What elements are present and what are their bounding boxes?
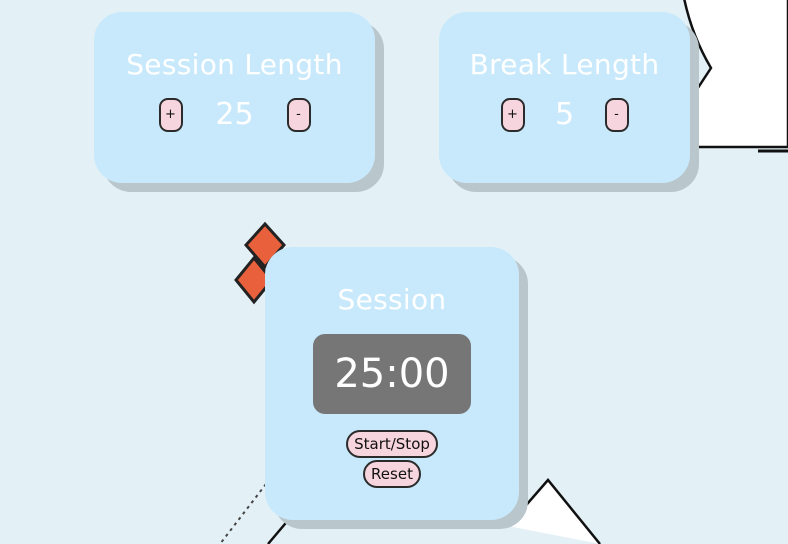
- timer-display: 25:00: [313, 334, 471, 414]
- break-length-card: Break Length + 5 -: [439, 12, 690, 183]
- dotted-line: [219, 483, 267, 544]
- decorative-circle-shape: [683, 0, 788, 149]
- session-length-controls: + 25 -: [158, 97, 311, 132]
- start-stop-button[interactable]: Start/Stop: [346, 430, 438, 458]
- session-length-value: 25: [215, 97, 254, 132]
- break-length-value: 5: [554, 97, 575, 132]
- session-decrement-button[interactable]: -: [286, 97, 311, 132]
- reset-button[interactable]: Reset: [363, 460, 421, 488]
- timer-card: Session 25:00 Start/Stop Reset: [265, 247, 519, 520]
- time-left: 25:00: [334, 351, 450, 397]
- session-increment-button[interactable]: +: [158, 97, 183, 132]
- session-length-card: Session Length + 25 -: [94, 12, 375, 183]
- triangle-shape: [507, 478, 601, 544]
- break-length-controls: + 5 -: [500, 97, 629, 132]
- break-decrement-button[interactable]: -: [604, 97, 629, 132]
- timer-label: Session: [337, 283, 447, 316]
- session-length-title: Session Length: [126, 48, 343, 81]
- decorative-line: [267, 517, 291, 544]
- break-length-title: Break Length: [469, 48, 660, 81]
- break-increment-button[interactable]: +: [500, 97, 525, 132]
